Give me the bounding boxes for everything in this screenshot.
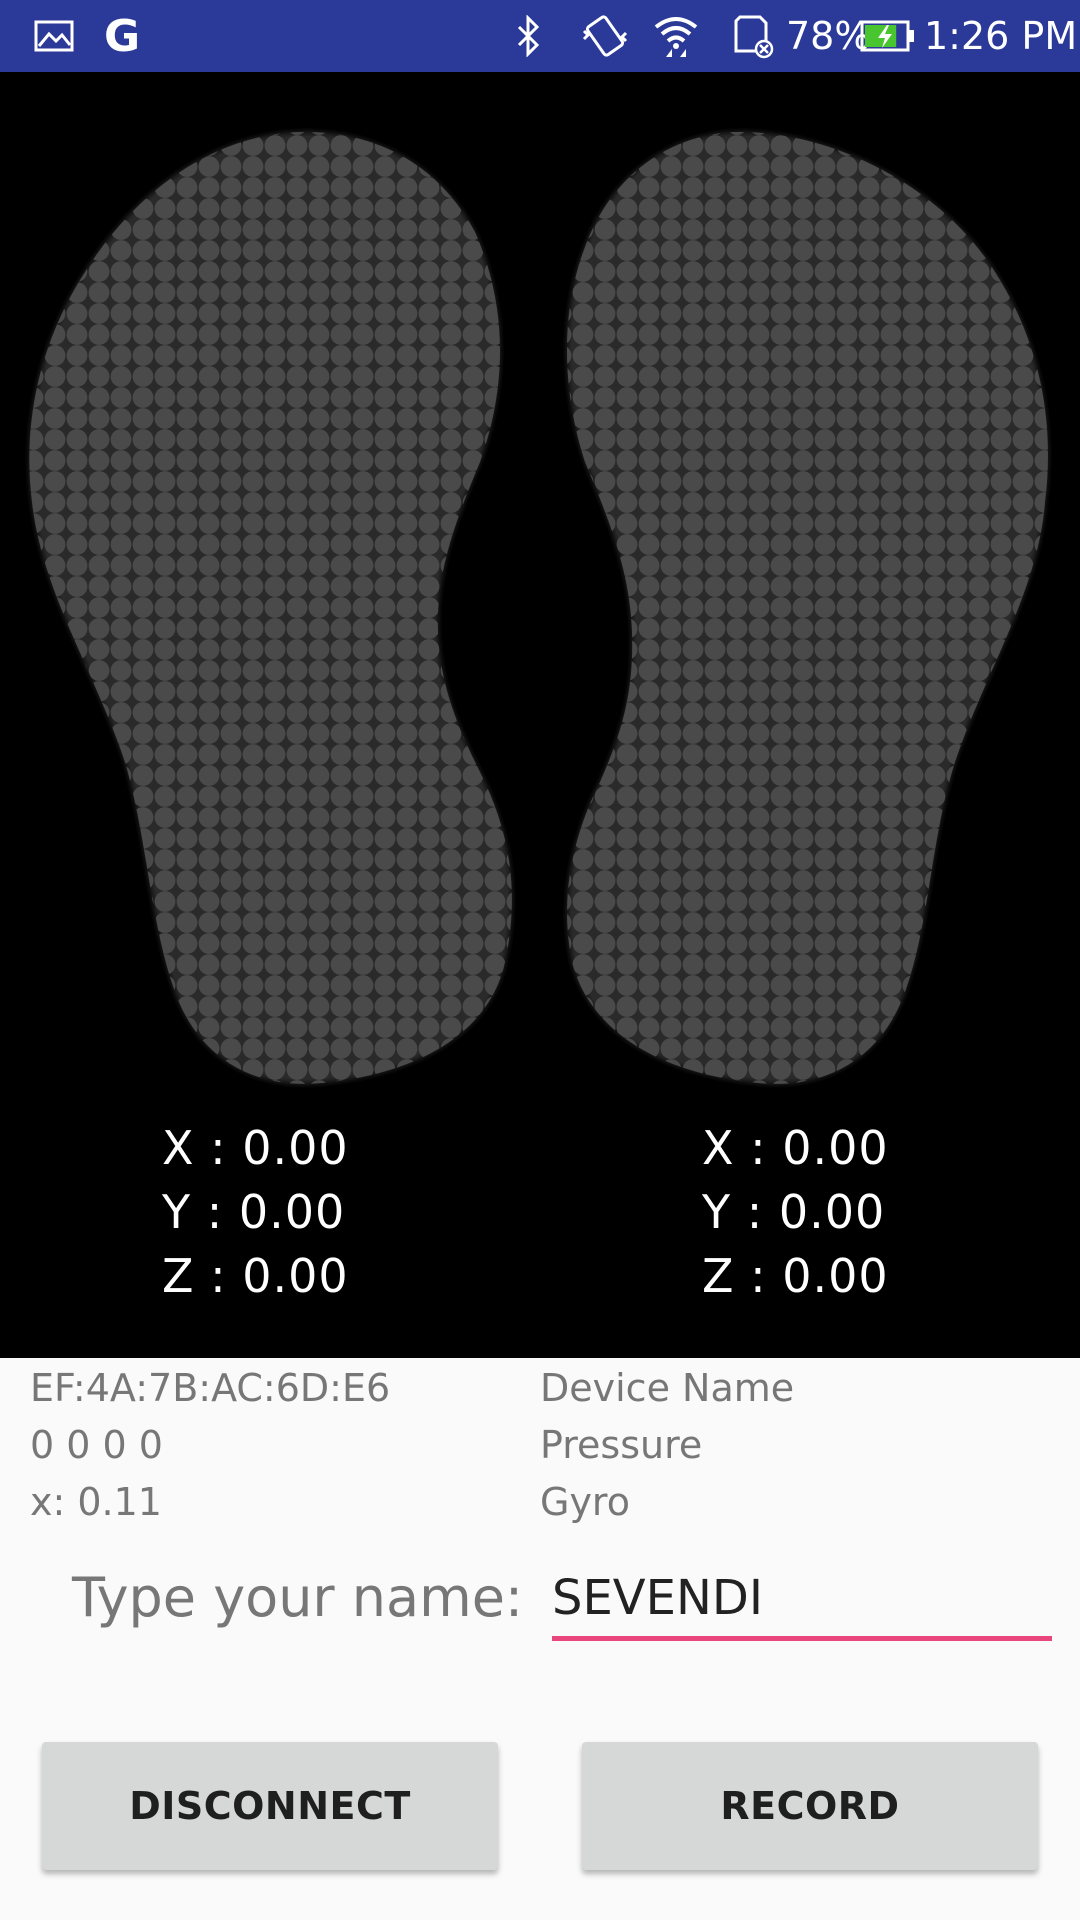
right-insole [566,132,1048,1084]
name-label: Type your name: [72,1566,524,1629]
left-insole [29,132,512,1084]
device-info-labels: Device Name Pressure Gyro [540,1360,794,1531]
pressure-label: Pressure [540,1423,703,1467]
clock: 1:26 PM [924,14,1078,58]
device-info-values: EF:4A:7B:AC:6D:E6 0 0 0 0 x: 0.11 [30,1360,390,1531]
right-z-value: Z : 0.00 [702,1249,889,1303]
left-accelerometer-readout: X : 0.00 Y : 0.00 Z : 0.00 [162,1116,349,1308]
gallery-icon [34,0,74,72]
left-x-value: X : 0.00 [162,1121,349,1175]
wifi-icon [652,0,700,72]
disconnect-button[interactable]: DISCONNECT [42,1742,498,1870]
left-y-value: Y : 0.00 [162,1185,346,1239]
left-z-value: Z : 0.00 [162,1249,349,1303]
google-icon: G [104,10,141,62]
right-x-value: X : 0.00 [702,1121,889,1175]
mac-address: EF:4A:7B:AC:6D:E6 [30,1366,391,1410]
status-bar: G 78% 1:26 PM [0,0,1080,72]
gyro-value: x: 0.11 [30,1480,162,1524]
gyro-label: Gyro [540,1480,630,1524]
sd-card-icon [730,0,774,72]
name-input[interactable] [552,1560,1052,1641]
battery-charging-icon [860,0,916,72]
battery-percent: 78% [786,14,871,58]
right-accelerometer-readout: X : 0.00 Y : 0.00 Z : 0.00 [702,1116,889,1308]
bluetooth-icon [516,0,542,72]
pressure-values: 0 0 0 0 [30,1423,163,1467]
right-y-value: Y : 0.00 [702,1185,886,1239]
record-button[interactable]: RECORD [582,1742,1038,1870]
pressure-visualization-panel: X : 0.00 Y : 0.00 Z : 0.00 X : 0.00 Y : … [0,72,1080,1358]
vibrate-icon [580,0,630,72]
device-name-label: Device Name [540,1366,795,1410]
